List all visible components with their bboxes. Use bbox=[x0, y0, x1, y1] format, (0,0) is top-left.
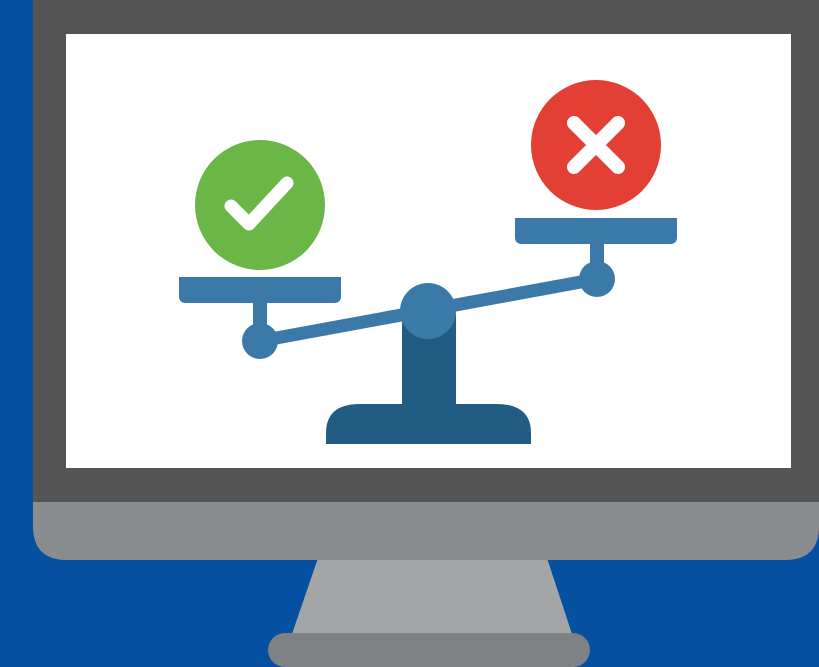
left-pan-joint bbox=[242, 323, 278, 359]
scale-foot bbox=[326, 404, 531, 444]
reject-badge bbox=[531, 80, 661, 210]
left-pan bbox=[179, 277, 341, 303]
monitor-chin bbox=[33, 500, 819, 560]
monitor-scale-illustration bbox=[0, 0, 819, 667]
right-pan-joint bbox=[579, 261, 615, 297]
approve-badge bbox=[195, 140, 325, 270]
right-pan bbox=[515, 218, 677, 244]
monitor-stand bbox=[292, 558, 572, 634]
scale-pivot bbox=[400, 283, 456, 339]
illustration-stage bbox=[0, 0, 819, 667]
monitor-base bbox=[268, 633, 590, 667]
